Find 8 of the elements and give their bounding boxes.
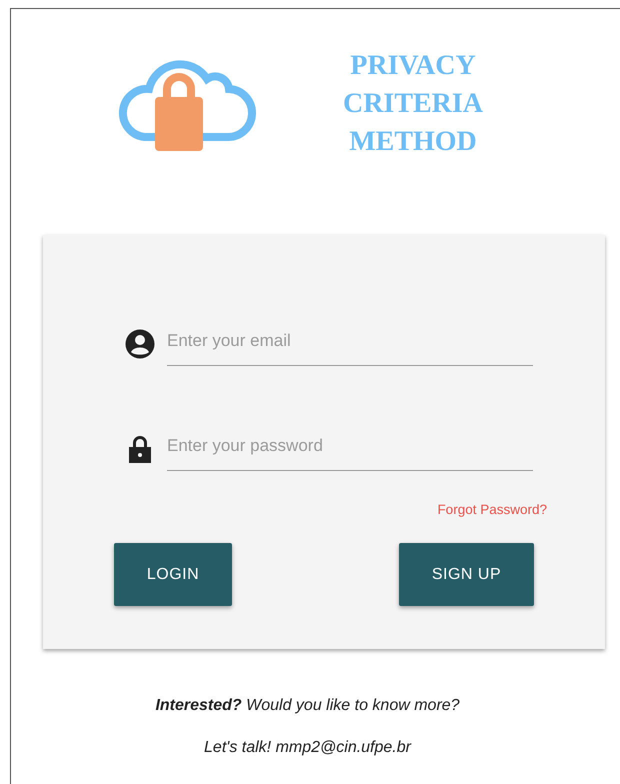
email-field[interactable]: Enter your email [167, 327, 533, 366]
account-icon [125, 329, 155, 359]
app-title: PRIVACY CRITERIA METHOD [342, 49, 484, 159]
sign-up-button[interactable]: SIGN UP [399, 543, 534, 606]
password-field[interactable]: Enter your password [167, 432, 533, 471]
login-button[interactable]: LOGIN [114, 543, 232, 606]
footer-text: Interested? Would you like to know more? [155, 697, 460, 715]
footer-text: Let's talk! mmp2@cin.ufpe.br [204, 739, 411, 757]
